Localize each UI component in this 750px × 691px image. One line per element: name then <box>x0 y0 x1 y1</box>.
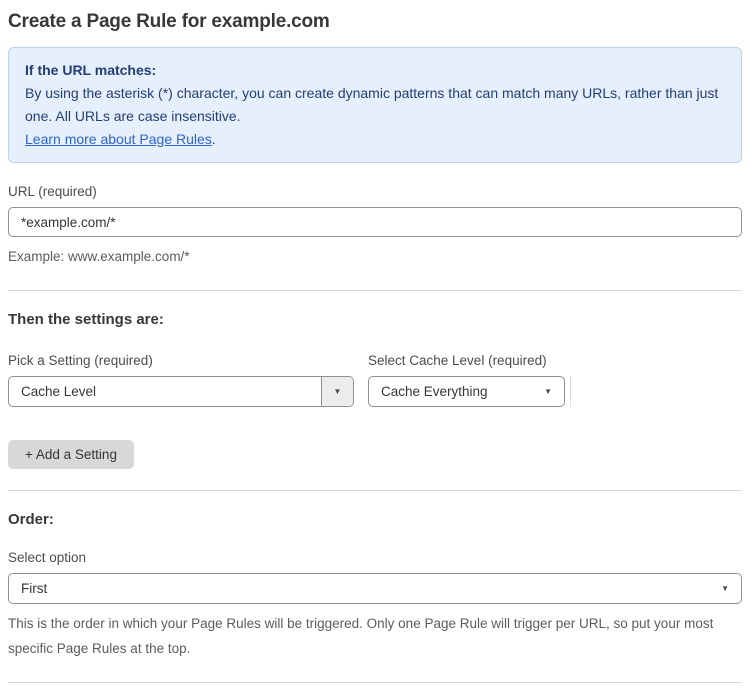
order-helper-text: This is the order in which your Page Rul… <box>8 616 714 656</box>
divider-settings <box>8 290 742 291</box>
chevron-down-icon: ▼ <box>544 386 552 396</box>
setting-picker-dropdown[interactable]: Cache Level ▼ <box>8 376 354 407</box>
url-match-info-box: If the URL matches: By using the asteris… <box>8 47 742 163</box>
settings-heading: Then the settings are: <box>8 311 164 328</box>
setting-picker-value: Cache Level <box>21 384 97 399</box>
chevron-down-icon: ▼ <box>333 386 342 396</box>
setting-picker-label: Pick a Setting (required) <box>8 353 153 368</box>
divider-order <box>8 490 742 491</box>
info-box-link-line: Learn more about Page Rules. <box>25 128 725 151</box>
settings-row: Pick a Setting (required) Cache Level ▼ … <box>8 329 742 407</box>
add-setting-button[interactable]: + Add a Setting <box>8 440 134 469</box>
chevron-down-icon: ▼ <box>721 583 729 593</box>
order-heading: Order: <box>8 511 54 528</box>
link-suffix: . <box>211 131 216 147</box>
learn-more-link[interactable]: Learn more about Page Rules <box>25 131 212 147</box>
cache-level-dropdown[interactable]: Cache Everything ▼ <box>368 376 565 407</box>
create-page-rule-form: Create a Page Rule for example.com If th… <box>0 0 750 691</box>
order-select[interactable]: First ▼ <box>8 573 742 604</box>
url-label: URL (required) <box>8 184 97 199</box>
setting-picker-column: Pick a Setting (required) Cache Level ▼ <box>8 329 354 407</box>
info-box-body: By using the asterisk (*) character, you… <box>25 85 719 124</box>
cache-level-value: Cache Everything <box>381 384 488 399</box>
url-input[interactable] <box>8 207 742 237</box>
cache-level-label: Select Cache Level (required) <box>368 353 547 368</box>
cache-level-column: Select Cache Level (required) Cache Ever… <box>368 329 565 407</box>
settings-column-divider <box>570 376 571 407</box>
info-box-heading: If the URL matches: <box>25 62 157 78</box>
order-select-label: Select option <box>8 550 87 565</box>
page-title: Create a Page Rule for example.com <box>8 11 330 32</box>
setting-picker-arrow-box[interactable]: ▼ <box>321 377 353 406</box>
divider-actions <box>8 682 742 683</box>
url-example-helper: Example: www.example.com/* <box>8 249 190 264</box>
order-select-value: First <box>21 581 48 596</box>
